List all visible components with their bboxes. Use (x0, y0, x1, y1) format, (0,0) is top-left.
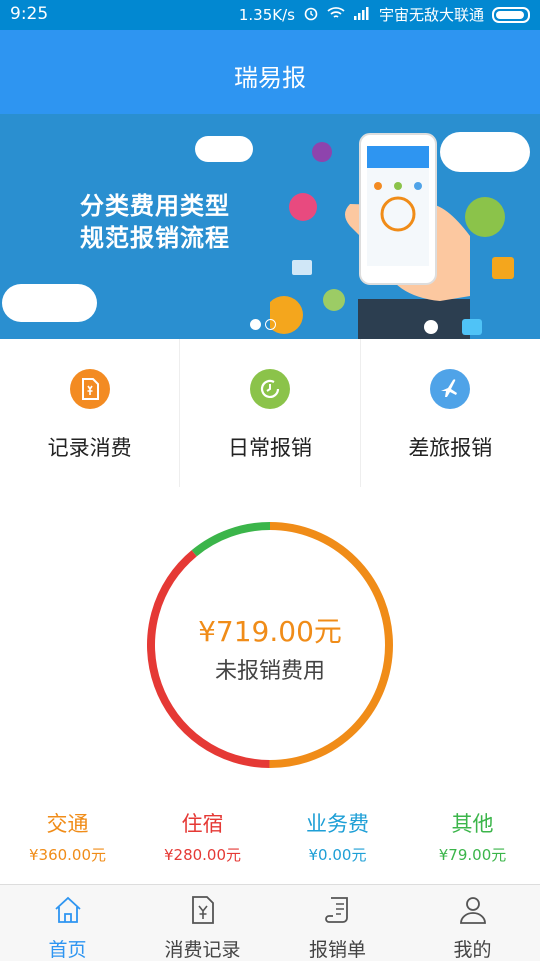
phone-hand-illustration (270, 133, 514, 339)
unreimbursed-amount: ¥719.00元 (198, 615, 342, 648)
category-amount: ¥79.00元 (438, 846, 507, 864)
app-bar: 瑞易报 (0, 30, 540, 114)
category-breakdown: 交通 ¥360.00元 住宿 ¥280.00元 业务费 ¥0.00元 其他 ¥7… (0, 806, 540, 876)
unreimbursed-caption: 未报销费用 (214, 659, 325, 684)
person-icon (459, 897, 486, 924)
promo-banner[interactable]: 分类费用类型 规范报销流程 (0, 114, 540, 339)
tab-label: 我的 (453, 939, 492, 961)
wifi-icon (327, 6, 345, 24)
net-speed: 1.35K/s (238, 5, 295, 24)
tab-home[interactable]: 首页 (0, 885, 135, 961)
action-daily-reimbursement[interactable]: 日常报销 (180, 339, 361, 487)
scroll-icon (324, 897, 348, 923)
category-name: 业务费 (306, 812, 369, 836)
bottom-tab-bar: 首页 消费记录 报销单 我的 (0, 884, 540, 961)
alarm-icon (303, 5, 319, 25)
document-yen-icon (191, 896, 214, 924)
category-name: 其他 (451, 812, 494, 836)
tab-reimbursement-forms[interactable]: 报销单 (270, 885, 405, 961)
clock-icon (249, 369, 290, 409)
carrier-name: 宇宙无敌大联通 (378, 6, 484, 24)
category-amount: ¥0.00元 (308, 846, 367, 864)
category-name: 住宿 (181, 812, 224, 836)
tab-label: 报销单 (308, 939, 366, 961)
tab-expense-records[interactable]: 消费记录 (135, 885, 270, 961)
airplane-icon (430, 369, 471, 409)
category-amount: ¥280.00元 (163, 846, 242, 864)
home-icon (54, 896, 81, 923)
category-business[interactable]: 业务费 ¥0.00元 (270, 806, 405, 876)
carousel-dot-active[interactable] (250, 319, 261, 330)
action-label: 差旅报销 (408, 436, 493, 460)
status-right: 1.35K/s 宇宙无敌大联通 (239, 4, 530, 25)
action-record-expense[interactable]: 记录消费 (0, 339, 181, 487)
status-time: 9:25 (10, 4, 49, 24)
receipt-icon (69, 369, 110, 409)
cloud-decoration (2, 284, 97, 322)
page-title: 瑞易报 (234, 64, 306, 92)
category-other[interactable]: 其他 ¥79.00元 (405, 806, 540, 876)
banner-headline-2: 规范报销流程 (80, 224, 230, 252)
status-bar: 9:25 1.35K/s 宇宙无敌大联通 (0, 0, 540, 30)
category-lodging[interactable]: 住宿 ¥280.00元 (135, 806, 270, 876)
category-name: 交通 (46, 812, 89, 836)
banner-headline-1: 分类费用类型 (80, 192, 230, 220)
action-label: 日常报销 (227, 436, 312, 460)
action-travel-reimbursement[interactable]: 差旅报销 (361, 339, 540, 487)
category-transport[interactable]: 交通 ¥360.00元 (0, 806, 135, 876)
quick-actions: 记录消费 日常报销 差旅报销 (0, 339, 540, 487)
tab-profile[interactable]: 我的 (405, 885, 540, 961)
tab-label: 首页 (48, 939, 87, 961)
carousel-dot[interactable] (265, 319, 276, 330)
ring-segment-其他 (191, 522, 271, 557)
tab-label: 消费记录 (164, 939, 241, 961)
category-amount: ¥360.00元 (28, 846, 107, 864)
cloud-decoration (195, 136, 253, 162)
signal-icon (353, 6, 371, 24)
battery-icon (492, 6, 530, 23)
action-label: 记录消费 (47, 436, 132, 460)
